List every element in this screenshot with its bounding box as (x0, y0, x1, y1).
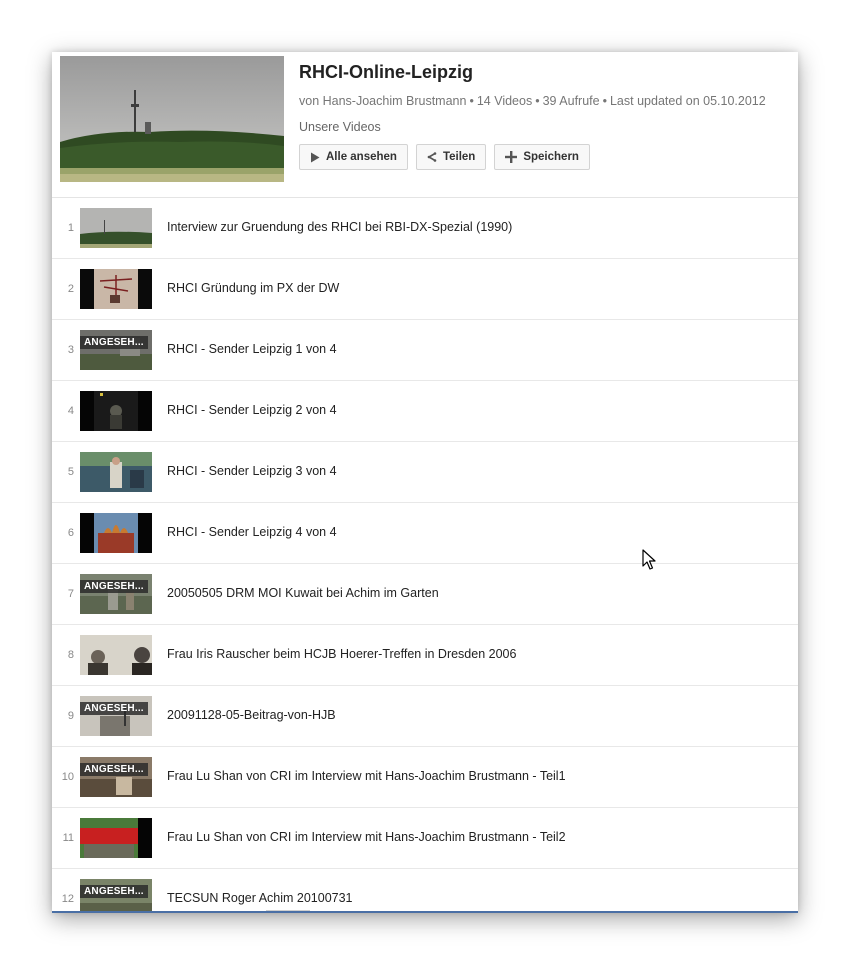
video-title[interactable]: RHCI - Sender Leipzig 3 von 4 (167, 464, 337, 478)
video-row[interactable]: 1 Interview zur Gruendung des RHCI bei R… (52, 198, 798, 259)
playlist-meta: von Hans-Joachim Brustmann • 14 Videos • 39 … (299, 94, 766, 108)
playlist-views: 39 Aufrufe (542, 94, 600, 108)
plus-icon (505, 151, 518, 163)
playlist-header: RHCI-Online-Leipzig von Hans-Joachim Bru… (52, 52, 798, 198)
playlist-description: Unsere Videos (299, 120, 381, 134)
video-title[interactable]: RHCI - Sender Leipzig 4 von 4 (167, 525, 337, 539)
video-thumbnail[interactable]: ANGESEH... (80, 330, 152, 370)
video-title[interactable]: Frau Lu Shan von CRI im Interview mit Ha… (167, 830, 566, 844)
watched-badge: ANGESEH... (80, 885, 148, 898)
share-label: Teilen (442, 151, 476, 163)
video-title[interactable]: RHCI Gründung im PX der DW (167, 281, 339, 295)
video-list: 1 Interview zur Gruendung des RHCI bei R… (52, 198, 798, 913)
video-index: 12 (61, 893, 74, 905)
video-row[interactable]: 7 ANGESEH... 20050505 DRM MOI Kuwait bei… (52, 564, 798, 625)
video-row[interactable]: 4 RHCI - Sender Leipzig 2 von 4 (52, 381, 798, 442)
video-thumbnail[interactable] (80, 818, 152, 858)
video-title[interactable]: RHCI - Sender Leipzig 1 von 4 (167, 342, 337, 356)
video-row[interactable]: 12 ANGESEH... TECSUN Roger Achim 2010073… (52, 869, 798, 913)
video-thumbnail[interactable]: ANGESEH... (80, 757, 152, 797)
playlist-actions: Alle ansehen Teilen Speichern (299, 144, 590, 170)
video-thumbnail[interactable]: ANGESEH... (80, 696, 152, 736)
video-title[interactable]: 20050505 DRM MOI Kuwait bei Achim im Gar… (167, 586, 439, 600)
video-thumbnail[interactable]: ANGESEH... (80, 879, 152, 913)
video-row[interactable]: 9 ANGESEH... 20091128-05-Beitrag-von-HJB (52, 686, 798, 747)
video-title[interactable]: Frau Lu Shan von CRI im Interview mit Ha… (167, 769, 566, 783)
playlist-updated: Last updated on 05.10.2012 (609, 94, 766, 108)
video-row[interactable]: 8 Frau Iris Rauscher beim HCJB Hoerer-Tr… (52, 625, 798, 686)
video-index: 3 (67, 344, 74, 356)
playlist-owner[interactable]: von Hans-Joachim Brustmann (299, 94, 466, 108)
mouse-cursor-icon (642, 549, 656, 576)
video-title[interactable]: Frau Iris Rauscher beim HCJB Hoerer-Tref… (167, 647, 516, 661)
watched-badge: ANGESEH... (80, 702, 148, 715)
video-row[interactable]: 10 ANGESEH... Frau Lu Shan von CRI im In… (52, 747, 798, 808)
video-thumbnail[interactable] (80, 269, 152, 309)
video-index: 1 (67, 222, 74, 234)
save-button[interactable]: Speichern (494, 144, 590, 170)
video-thumbnail[interactable] (80, 452, 152, 492)
video-thumbnail[interactable] (80, 208, 152, 248)
video-thumbnail[interactable] (80, 391, 152, 431)
video-title[interactable]: Interview zur Gruendung des RHCI bei RBI… (167, 220, 512, 234)
video-index: 11 (62, 832, 74, 844)
watched-badge: ANGESEH... (80, 763, 148, 776)
play-all-label: Alle ansehen (326, 151, 397, 163)
video-row[interactable]: 5 RHCI - Sender Leipzig 3 von 4 (52, 442, 798, 503)
play-icon (310, 152, 320, 163)
video-thumbnail[interactable] (80, 513, 152, 553)
playlist-video-count: 14 Videos (476, 94, 533, 108)
video-index: 10 (61, 771, 74, 783)
video-row[interactable]: 3 ANGESEH... RHCI - Sender Leipzig 1 von… (52, 320, 798, 381)
video-index: 9 (67, 710, 74, 722)
video-row[interactable]: 11 Frau Lu Shan von CRI im Interview mit… (52, 808, 798, 869)
video-index: 7 (67, 588, 74, 600)
save-label: Speichern (523, 151, 579, 163)
video-title[interactable]: TECSUN Roger Achim 20100731 (167, 891, 353, 905)
playlist-thumbnail[interactable] (60, 56, 284, 182)
playlist-window: RHCI-Online-Leipzig von Hans-Joachim Bru… (52, 52, 798, 913)
video-index: 2 (67, 283, 74, 295)
video-row[interactable]: 6 RHCI - Sender Leipzig 4 von 4 (52, 503, 798, 564)
playlist-title[interactable]: RHCI-Online-Leipzig (299, 62, 473, 83)
video-index: 8 (67, 649, 74, 661)
share-icon (427, 152, 437, 162)
video-index: 5 (67, 466, 74, 478)
video-thumbnail[interactable]: ANGESEH... (80, 574, 152, 614)
bottom-accent-bar (52, 911, 798, 913)
video-title[interactable]: RHCI - Sender Leipzig 2 von 4 (167, 403, 337, 417)
video-index: 6 (67, 527, 74, 539)
video-thumbnail[interactable] (80, 635, 152, 675)
video-index: 4 (67, 405, 74, 417)
share-button[interactable]: Teilen (415, 144, 487, 170)
watched-badge: ANGESEH... (80, 580, 148, 593)
video-title[interactable]: 20091128-05-Beitrag-von-HJB (167, 708, 336, 722)
play-all-button[interactable]: Alle ansehen (299, 144, 408, 170)
watched-badge: ANGESEH... (80, 336, 148, 349)
video-row[interactable]: 2 RHCI Gründung im PX der DW (52, 259, 798, 320)
